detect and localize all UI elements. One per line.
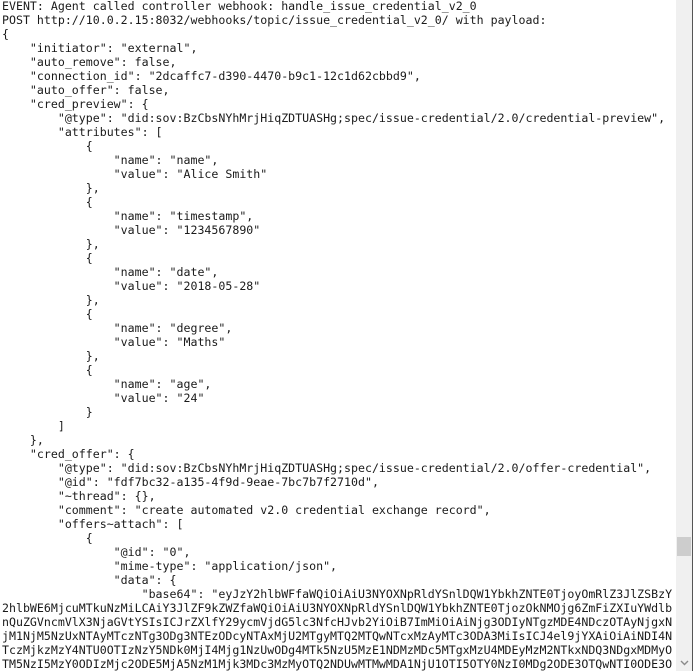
console-line: { <box>2 251 93 265</box>
console-line: "name": "timestamp", <box>2 209 254 223</box>
console-line: "cred_preview": { <box>2 97 149 111</box>
vertical-scrollbar[interactable] <box>676 0 692 671</box>
console-line: nQuZGVncmVlX3NjaGVtYSIsICJrZXlfY29ycmVjd… <box>2 615 673 629</box>
console-line: "comment": "create automated v2.0 creden… <box>2 503 491 517</box>
console-line: { <box>2 27 9 41</box>
console-line: { <box>2 307 93 321</box>
console-line: }, <box>2 293 100 307</box>
console-line: "auto_offer": false, <box>2 83 170 97</box>
console-line: { <box>2 195 93 209</box>
console-line: "name": "degree", <box>2 321 233 335</box>
console-line: }, <box>2 433 44 447</box>
console-line: "offers~attach": [ <box>2 517 184 531</box>
console-line: TM5NzI5MzY0ODIzMjc2ODE5MjA5NzM1Mjk3MDc3M… <box>2 657 673 671</box>
console-line: "base64": "eyJzY2hlbWFfaWQiOiAiU3NYOXNpR… <box>2 587 673 601</box>
console-line: { <box>2 363 93 377</box>
console-line: POST http://10.0.2.15:8032/webhooks/topi… <box>2 13 547 27</box>
console-line: "attributes": [ <box>2 125 163 139</box>
console-line: "@id": "fdf7bc32-a135-4f9d-9eae-7bc7b7f2… <box>2 475 379 489</box>
console-line: 2hlbWE6MjcuMTkuNzMiLCAiY3JlZF9kZWZfaWQiO… <box>2 601 673 615</box>
console-line: "@type": "did:sov:BzCbsNYhMrjHiqZDTUASHg… <box>2 111 666 125</box>
console-line: "value": "2018-05-28" <box>2 279 261 293</box>
console-line: EVENT: Agent called controller webhook: … <box>2 0 477 13</box>
console-line: "cred_offer": { <box>2 447 135 461</box>
console-line: "mime-type": "application/json", <box>2 559 338 573</box>
console-line: }, <box>2 181 100 195</box>
console-line: "data": { <box>2 573 177 587</box>
console-line: "value": "Maths" <box>2 335 226 349</box>
console-line: "auto_remove": false, <box>2 55 177 69</box>
console-line: ] <box>2 419 65 433</box>
console-line: "@id": "0", <box>2 545 191 559</box>
console-line: "initiator": "external", <box>2 41 198 55</box>
console-line: } <box>2 405 93 419</box>
chevron-down-icon <box>680 660 688 666</box>
console-line: jM1NjM5NzUxNTAyMTczNTg3ODg3NTEzODcyNTAxM… <box>2 629 673 643</box>
console-line: "name": "date", <box>2 265 219 279</box>
console-line: "value": "1234567890" <box>2 223 261 237</box>
console-line: }, <box>2 237 100 251</box>
console-line: "~thread": {}, <box>2 489 156 503</box>
console-line: TczMjkzMzY4NTU0OTIzNzY5NDk0MjI4Mjg1NzUwO… <box>2 643 673 657</box>
console-line: { <box>2 139 93 153</box>
console-line: }, <box>2 349 100 363</box>
console-line: { <box>2 531 93 545</box>
scroll-down-button[interactable] <box>676 655 692 671</box>
console-line: "value": "24" <box>2 391 205 405</box>
console-line: "name": "name", <box>2 153 219 167</box>
console-line: "@type": "did:sov:BzCbsNYhMrjHiqZDTUASHg… <box>2 461 652 475</box>
console-line: "name": "age", <box>2 377 212 391</box>
console-output: EVENT: Agent called controller webhook: … <box>0 0 676 671</box>
scrollbar-thumb[interactable] <box>677 537 691 556</box>
console-line: "connection_id": "2dcaffc7-d390-4470-b9c… <box>2 69 421 83</box>
console-line: "value": "Alice Smith" <box>2 167 268 181</box>
